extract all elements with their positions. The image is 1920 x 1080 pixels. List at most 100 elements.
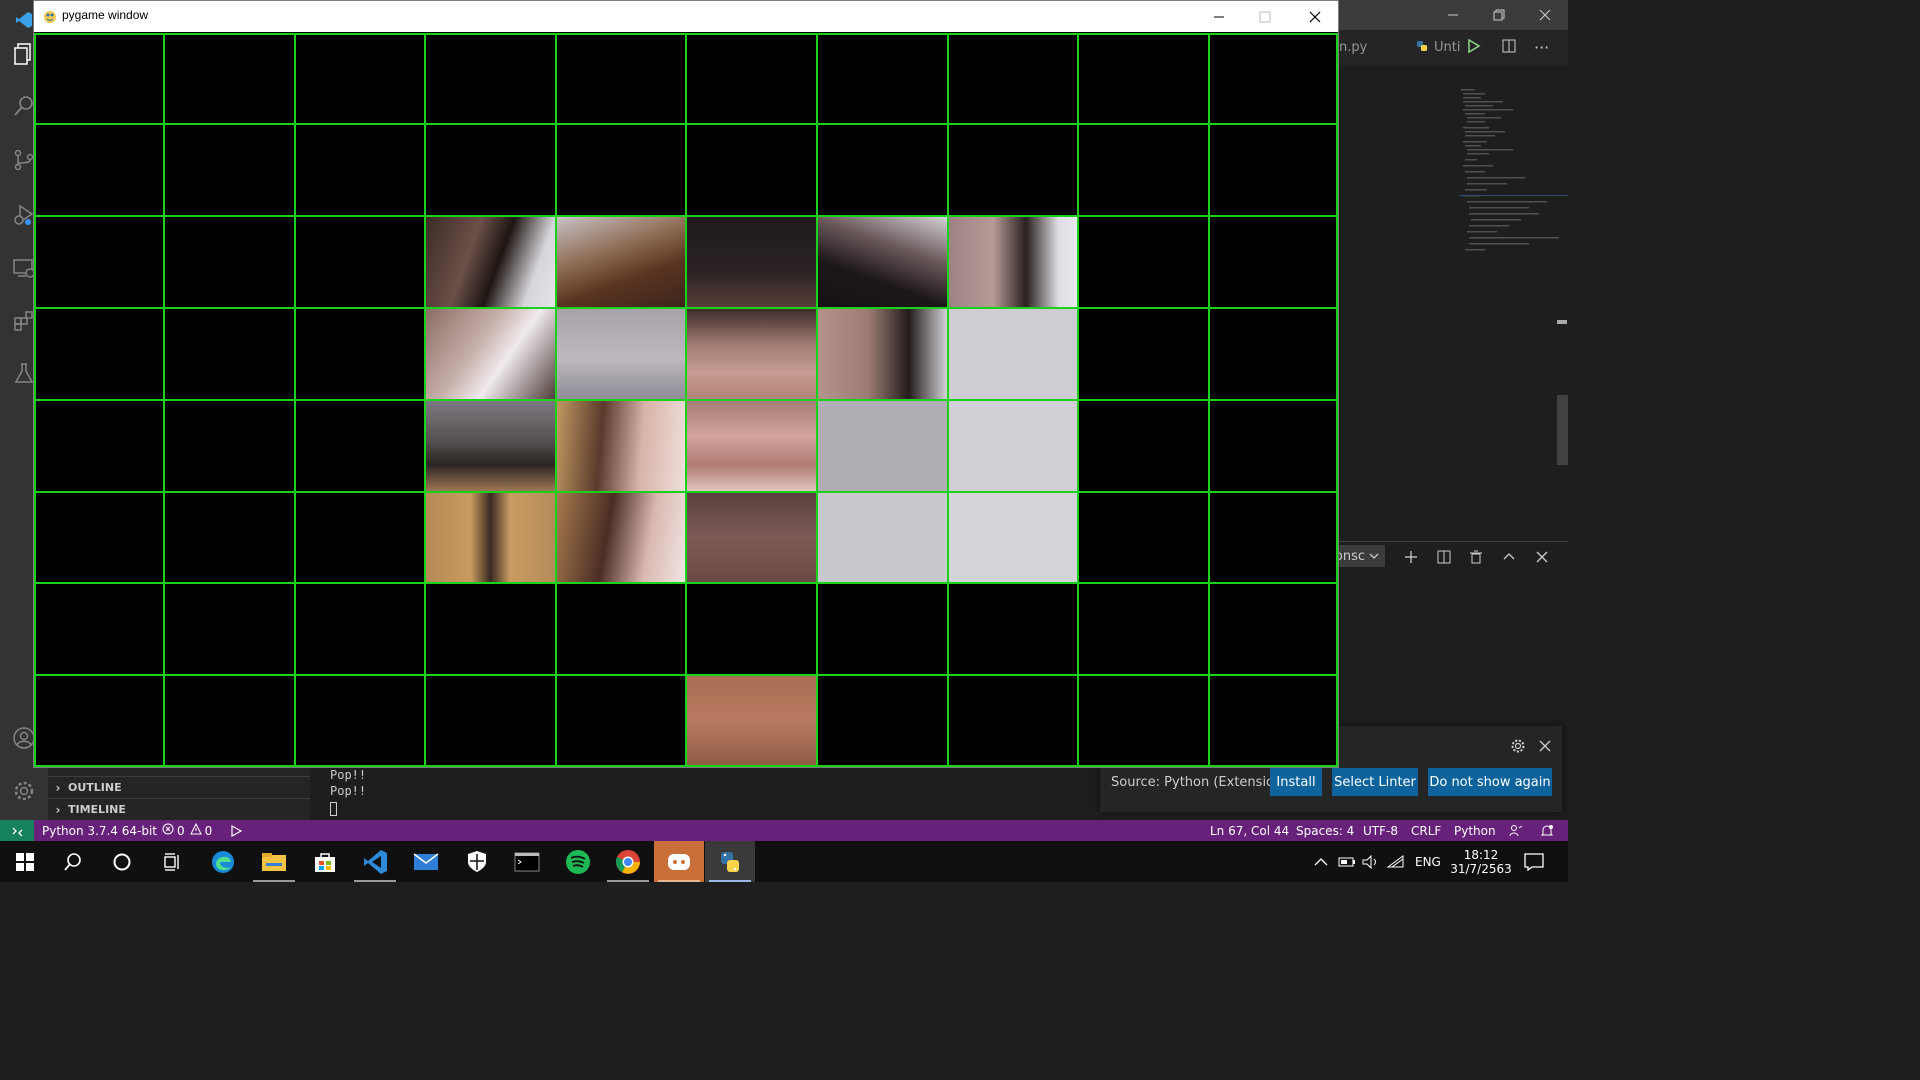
revealed-tile (948, 492, 1078, 583)
vscode-restore-button[interactable] (1476, 0, 1522, 30)
chevron-down-icon (1369, 549, 1379, 564)
vscode-minimize-button[interactable] (1430, 0, 1476, 30)
run-file-button[interactable] (1467, 30, 1481, 65)
grid-line (34, 674, 1338, 676)
manage-gear-icon[interactable] (8, 775, 40, 807)
revealed-tile (556, 400, 686, 492)
revealed-tile (817, 216, 948, 308)
search-icon (64, 852, 81, 871)
terminal-select[interactable]: onsc (1335, 545, 1385, 567)
pygame-window-title: pygame window (62, 8, 149, 22)
terminal-line: Pop!! (330, 768, 367, 782)
panel-toolbar: onsc (1335, 541, 1568, 572)
task-view-button[interactable] (147, 841, 197, 882)
clock[interactable]: 18:12 31/7/2563 (1450, 841, 1512, 882)
new-terminal-button[interactable] (1398, 544, 1424, 570)
minimap[interactable] (1339, 65, 1568, 541)
split-terminal-button[interactable] (1431, 544, 1457, 570)
close-icon (1536, 551, 1548, 563)
run-status-button[interactable] (230, 820, 242, 841)
play-icon (1467, 38, 1481, 57)
mail-envelope-icon (413, 852, 439, 870)
select-linter-button[interactable]: Select Linter (1332, 768, 1418, 796)
notification-settings-gear-icon[interactable] (1510, 738, 1526, 754)
maximize-icon (1259, 11, 1271, 22)
play-icon (231, 824, 242, 837)
vscode-close-button[interactable] (1522, 0, 1568, 30)
mail-app-button[interactable] (401, 841, 451, 882)
revealed-tile (948, 308, 1078, 400)
grid-line (34, 215, 1338, 217)
start-button[interactable] (0, 841, 50, 882)
python-app-button[interactable] (705, 841, 755, 882)
revealed-tile (686, 216, 817, 308)
grid-line (34, 33, 1338, 35)
cursor-position[interactable]: Ln 67, Col 44 (1210, 820, 1289, 841)
battery-icon[interactable] (1338, 841, 1356, 882)
plus-icon (1405, 551, 1417, 563)
problems-indicator[interactable]: 0 0 (162, 820, 212, 841)
end-of-line[interactable]: CRLF (1411, 820, 1441, 841)
terminal-app-button[interactable] (502, 841, 552, 882)
revealed-tile (817, 400, 948, 492)
revealed-tile (686, 308, 817, 400)
editor-tab-untitled[interactable]: Unti (1416, 30, 1460, 65)
tray-overflow-chevron-icon[interactable] (1314, 841, 1328, 882)
minimize-icon (1214, 16, 1224, 17)
feedback-icon[interactable] (1509, 820, 1523, 841)
encoding[interactable]: UTF-8 (1363, 820, 1398, 841)
wifi-icon[interactable] (1387, 841, 1405, 882)
revealed-tile (686, 492, 817, 583)
spotify-app-button[interactable] (553, 841, 603, 882)
terminal-output[interactable]: Pop!! Pop!! (310, 767, 1100, 820)
trash-icon (1470, 550, 1482, 564)
file-explorer-button[interactable] (249, 841, 299, 882)
kill-terminal-button[interactable] (1463, 544, 1489, 570)
split-editor-button[interactable] (1502, 30, 1516, 65)
outline-section[interactable]: › OUTLINE (48, 776, 310, 798)
security-app-button[interactable] (452, 841, 502, 882)
maximize-panel-button[interactable] (1496, 544, 1522, 570)
running-indicator (607, 880, 649, 882)
pygame-tile-grid[interactable] (34, 33, 1338, 767)
python-icon (721, 851, 739, 872)
notifications-bell-icon[interactable] (1540, 820, 1554, 841)
pygame-titlebar[interactable]: pygame window (34, 1, 1338, 32)
editor-tab-file-label: n.py (1339, 40, 1368, 55)
running-indicator (658, 880, 700, 882)
editor-tab-file[interactable]: n.py (1339, 30, 1367, 65)
pygame-maximize-button[interactable] (1242, 1, 1288, 32)
notification-source: Source: Python (Extension) (1111, 775, 1288, 790)
chrome-app-button[interactable] (603, 841, 653, 882)
pygame-close-button[interactable] (1292, 1, 1338, 32)
do-not-show-again-button[interactable]: Do not show again (1428, 768, 1552, 796)
revealed-tile (425, 400, 556, 492)
taskbar-search-button[interactable] (48, 841, 98, 882)
editor-area[interactable] (1339, 65, 1568, 541)
revealed-tile (556, 492, 686, 583)
pygame-window[interactable]: pygame window (33, 0, 1339, 768)
revealed-tile (817, 308, 948, 400)
discord-app-button[interactable] (654, 841, 704, 882)
notification-close-icon[interactable] (1537, 738, 1553, 754)
vscode-app-button[interactable] (350, 841, 400, 882)
input-language[interactable]: ENG (1415, 841, 1441, 882)
store-bag-icon (315, 852, 335, 872)
action-center-icon[interactable] (1524, 841, 1544, 882)
install-button[interactable]: Install (1270, 768, 1322, 796)
language-mode[interactable]: Python (1454, 820, 1496, 841)
more-actions-icon[interactable]: ··· (1534, 30, 1549, 65)
revealed-tile (686, 400, 817, 492)
edge-app-button[interactable] (198, 841, 248, 882)
close-panel-button[interactable] (1529, 544, 1555, 570)
cortana-button[interactable] (97, 841, 147, 882)
python-interpreter[interactable]: Python 3.7.4 64-bit (42, 820, 157, 841)
store-app-button[interactable] (300, 841, 350, 882)
pygame-minimize-button[interactable] (1196, 1, 1242, 32)
chevron-right-icon: › (55, 780, 61, 795)
indentation[interactable]: Spaces: 4 (1296, 820, 1354, 841)
split-icon (1437, 550, 1451, 564)
volume-icon[interactable] (1362, 841, 1380, 882)
remote-indicator[interactable] (0, 820, 34, 841)
timeline-section[interactable]: › TIMELINE (48, 798, 310, 820)
